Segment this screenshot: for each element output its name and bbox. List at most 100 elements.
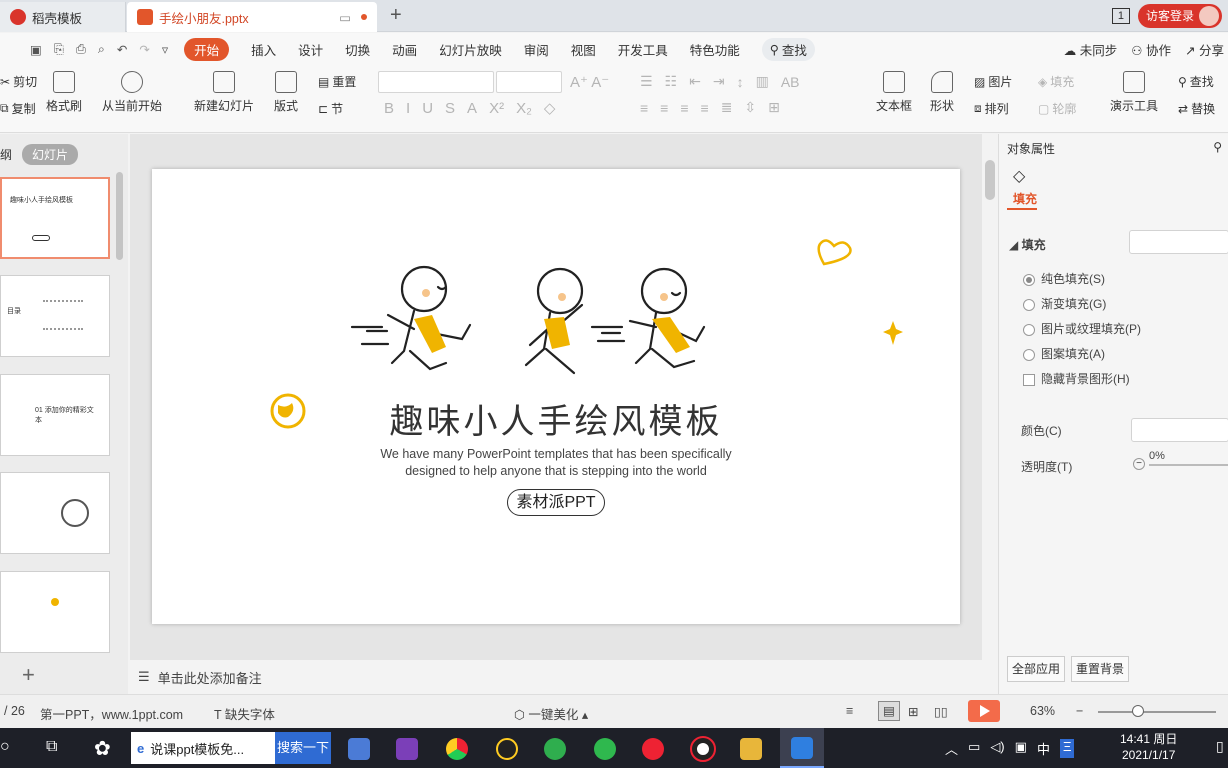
cut-button[interactable]: ✂ 剪切: [0, 73, 37, 90]
zoom-slider-knob[interactable]: [1132, 705, 1144, 717]
justify-icon[interactable]: ≡: [701, 100, 709, 116]
pinwheel-app-icon[interactable]: ✿: [94, 736, 111, 761]
font-family-select[interactable]: [378, 71, 494, 93]
strikethrough-icon[interactable]: S: [445, 100, 455, 117]
chrome-icon[interactable]: [446, 738, 468, 760]
zoom-level[interactable]: 63%: [1030, 704, 1055, 718]
window-count-badge[interactable]: 1: [1111, 8, 1130, 24]
align-center-icon[interactable]: ≡: [660, 100, 668, 116]
battery-icon[interactable]: ▭: [968, 739, 980, 758]
layout-button[interactable]: 版式: [274, 71, 298, 114]
add-slide-button[interactable]: +: [22, 662, 35, 688]
slide-thumbnail-2[interactable]: 目录: [0, 275, 110, 357]
align-text-icon[interactable]: ⇳: [744, 99, 756, 116]
more-icon[interactable]: ▿: [162, 42, 168, 57]
file-explorer-icon[interactable]: [740, 738, 762, 760]
clear-format-icon[interactable]: ◇: [544, 99, 556, 117]
slide-subtitle-line-2[interactable]: designed to help anyone that is stepping…: [152, 464, 960, 478]
undo-icon[interactable]: ↶: [117, 42, 127, 57]
distribute-icon[interactable]: ≣: [721, 99, 733, 116]
canvas-scrollbar[interactable]: [982, 134, 998, 660]
menu-review[interactable]: 审阅: [524, 40, 549, 59]
collaborate-button[interactable]: ⚇ 协作: [1131, 40, 1171, 59]
font-color-icon[interactable]: A: [467, 100, 477, 117]
fill-type-select[interactable]: [1129, 230, 1228, 254]
transparency-slider[interactable]: [1149, 464, 1228, 466]
hide-background-checkbox[interactable]: 隐藏背景图形(H): [1023, 370, 1130, 387]
menu-animation[interactable]: 动画: [392, 40, 417, 59]
normal-view-icon[interactable]: ▤: [878, 701, 900, 721]
menu-developer[interactable]: 开发工具: [618, 40, 668, 59]
menu-insert[interactable]: 插入: [251, 40, 276, 59]
chevron-up-icon[interactable]: ︿: [945, 739, 958, 758]
panel-title[interactable]: 对象属性: [1007, 140, 1055, 157]
menu-design[interactable]: 设计: [298, 40, 323, 59]
save-icon[interactable]: ▣: [30, 42, 42, 57]
solid-fill-option[interactable]: 纯色填充(S): [1023, 270, 1105, 287]
tab-slides[interactable]: 幻灯片: [22, 144, 79, 165]
guest-login-button[interactable]: 访客登录: [1137, 4, 1222, 28]
reading-view-icon[interactable]: ▯▯: [934, 704, 948, 719]
screen-icon[interactable]: ▭: [339, 10, 351, 25]
reset-background-button[interactable]: 重置背景: [1071, 656, 1129, 682]
reset-button[interactable]: ▤ 重置: [318, 73, 356, 90]
new-slide-button[interactable]: 新建幻灯片: [194, 71, 254, 114]
fill-section-header[interactable]: ◢ 填充: [1009, 236, 1046, 253]
color-picker[interactable]: [1131, 418, 1228, 442]
menu-home[interactable]: 开始: [184, 37, 230, 61]
find-button[interactable]: ⚲ 查找: [1178, 73, 1214, 90]
smartart-icon[interactable]: ⊞: [768, 99, 780, 116]
decrease-transparency-button[interactable]: −: [1133, 458, 1145, 470]
pattern-fill-option[interactable]: 图案填充(A): [1023, 345, 1105, 362]
italic-icon[interactable]: I: [406, 100, 410, 117]
picture-button[interactable]: ▨ 图片: [974, 73, 1012, 90]
slide-brand-button[interactable]: 素材派PPT: [507, 489, 605, 516]
underline-icon[interactable]: U: [422, 100, 433, 117]
superscript-icon[interactable]: X²: [489, 100, 504, 117]
numbered-list-icon[interactable]: ☷: [665, 73, 678, 90]
menu-search-button[interactable]: ⚲ 查找: [761, 37, 815, 61]
taskbar-clock[interactable]: 14:41 周日 2021/1/17: [1120, 731, 1177, 763]
share-button[interactable]: ↗ 分享: [1185, 40, 1224, 59]
menu-slideshow[interactable]: 幻灯片放映: [439, 40, 502, 59]
font-size-grow-icon[interactable]: A⁺ A⁻: [570, 73, 609, 91]
text-direction-icon[interactable]: AB: [781, 74, 800, 90]
font-size-select[interactable]: [496, 71, 562, 93]
subscript-icon[interactable]: X₂: [516, 100, 532, 117]
qq-icon[interactable]: [496, 738, 518, 760]
slide-thumbnail-3[interactable]: 01 添加你的精彩文本: [0, 374, 110, 456]
replace-button[interactable]: ⇄ 替换: [1178, 100, 1215, 117]
slide-thumbnail-4[interactable]: [0, 472, 110, 554]
canvas-scroll-thumb[interactable]: [985, 160, 995, 200]
notification-icon[interactable]: ▯: [1216, 738, 1224, 755]
increase-indent-icon[interactable]: ⇥: [713, 73, 725, 90]
menu-special[interactable]: 特色功能: [690, 40, 740, 59]
apply-all-button[interactable]: 全部应用: [1007, 656, 1065, 682]
format-painter-button[interactable]: 格式刷: [46, 71, 82, 114]
thumbnail-scrollbar[interactable]: [116, 172, 123, 260]
copy-button[interactable]: ⧉ 复制: [0, 100, 36, 117]
netease-music-icon[interactable]: [642, 738, 664, 760]
align-left-icon[interactable]: ≡: [640, 100, 648, 116]
cortana-icon[interactable]: ○: [0, 738, 10, 756]
notes-bar[interactable]: ☰ 单击此处添加备注: [130, 660, 998, 694]
print-icon[interactable]: ⎙: [76, 42, 86, 57]
unsaved-dot-icon[interactable]: [361, 14, 367, 20]
bullet-list-icon[interactable]: ☰: [640, 73, 653, 90]
missing-font-button[interactable]: T 缺失字体: [214, 704, 275, 723]
taskbar-search-button[interactable]: 搜索一下: [275, 732, 331, 764]
slide-thumbnail-1[interactable]: 趣味小人手绘风模板: [0, 177, 110, 259]
shape-button[interactable]: 形状: [930, 71, 954, 114]
align-right-icon[interactable]: ≡: [680, 100, 688, 116]
decrease-indent-icon[interactable]: ⇤: [689, 73, 701, 90]
tab-outline[interactable]: 纲: [0, 146, 12, 163]
360-browser-icon[interactable]: [544, 738, 566, 760]
line-spacing-icon[interactable]: ↕: [737, 74, 744, 90]
ime-indicator[interactable]: 中: [1037, 739, 1050, 758]
slide-sorter-icon[interactable]: ⊞: [908, 704, 918, 719]
tab-fill[interactable]: 填充: [1013, 190, 1037, 207]
picture-fill-option[interactable]: 图片或纹理填充(P): [1023, 320, 1141, 337]
textbox-button[interactable]: 文本框: [876, 71, 912, 114]
bold-icon[interactable]: B: [384, 100, 394, 117]
tab-presentation-file[interactable]: 手绘小朋友.pptx ▭: [127, 2, 377, 32]
